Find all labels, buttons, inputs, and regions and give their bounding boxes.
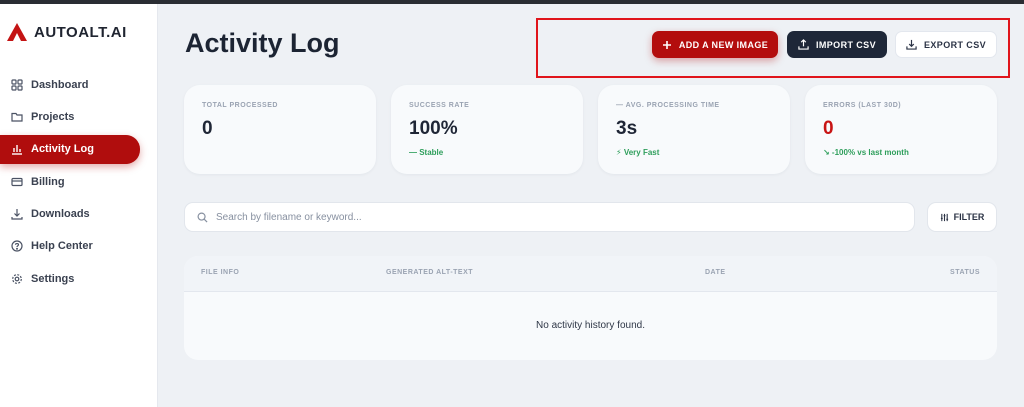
activity-table: FILE INFO GENERATED ALT-TEXT DATE STATUS… [184,256,997,360]
stat-trend: ⚡ Very Fast [616,148,660,157]
table-header: FILE INFO GENERATED ALT-TEXT DATE STATUS [184,256,997,292]
help-circle-icon [11,240,23,253]
sidebar-item-activity-log[interactable]: Activity Log [0,134,140,164]
brand-logo-icon [7,23,27,41]
filter-label: FILTER [953,212,985,222]
column-header-date[interactable]: DATE [705,269,726,276]
upload-icon [798,39,809,50]
sidebar: AUTOALT.AI Dashboard Projects Activity L… [0,4,158,407]
sliders-icon [940,213,948,221]
sidebar-item-label: Settings [31,272,75,285]
plus-icon [662,40,671,49]
stat-label: TOTAL PROCESSED [202,102,278,109]
stat-label: SUCCESS RATE [409,102,470,109]
stat-card-avg-processing-time: — AVG. PROCESSING TIME 3s ⚡ Very Fast [598,85,790,174]
credit-card-icon [11,177,23,186]
search-bar [184,202,915,232]
stat-label: — AVG. PROCESSING TIME [616,102,720,109]
sidebar-item-label: Activity Log [31,143,94,156]
sidebar-item-downloads[interactable]: Downloads [0,200,158,229]
column-header-generated-alt-text[interactable]: GENERATED ALT-TEXT [386,269,473,276]
column-header-file-info[interactable]: FILE INFO [201,269,239,276]
bar-chart-icon [12,145,22,155]
add-new-image-button[interactable]: ADD A NEW IMAGE [652,31,778,58]
brand[interactable]: AUTOALT.AI [6,22,127,42]
folder-icon [11,112,23,122]
stat-value: 0 [823,118,834,139]
sidebar-item-label: Projects [31,110,75,123]
empty-state-message: No activity history found. [536,320,645,331]
stat-value: 3s [616,118,638,139]
stat-label: ERRORS (LAST 30D) [823,102,902,109]
grid-icon [11,78,23,91]
sidebar-item-dashboard[interactable]: Dashboard [0,70,158,99]
page-title: Activity Log [185,28,340,58]
sidebar-item-label: Billing [31,175,65,188]
sidebar-item-help-center[interactable]: Help Center [0,232,158,261]
stat-value: 100% [409,118,458,139]
sidebar-item-settings[interactable]: Settings [0,264,158,293]
sidebar-item-label: Help Center [31,240,93,253]
stat-card-total-processed: TOTAL PROCESSED 0 [184,85,376,174]
stat-card-errors: ERRORS (LAST 30D) 0 ↘ -100% vs last mont… [805,85,997,174]
download-icon [906,39,917,50]
stat-trend: ↘ -100% vs last month [823,148,909,157]
import-csv-button[interactable]: IMPORT CSV [787,31,887,58]
stat-card-success-rate: SUCCESS RATE 100% — Stable [391,85,583,174]
export-csv-label: EXPORT CSV [923,39,986,50]
download-icon [11,209,23,220]
filter-button[interactable]: FILTER [927,202,997,232]
stat-trend: — Stable [409,148,444,157]
sidebar-nav: Dashboard Projects Activity Log Billing … [0,70,158,297]
export-csv-button[interactable]: EXPORT CSV [895,31,997,58]
column-header-status[interactable]: STATUS [950,269,980,276]
search-icon [197,212,208,223]
sidebar-item-billing[interactable]: Billing [0,167,158,196]
add-new-image-label: ADD A NEW IMAGE [678,39,769,50]
brand-name: AUTOALT.AI [34,23,127,41]
gear-icon [12,273,22,284]
sidebar-item-label: Downloads [31,208,90,221]
sidebar-item-projects[interactable]: Projects [0,102,158,131]
stat-value: 0 [202,118,213,139]
sidebar-item-label: Dashboard [31,78,89,91]
search-input[interactable] [216,211,856,223]
import-csv-label: IMPORT CSV [815,39,876,50]
